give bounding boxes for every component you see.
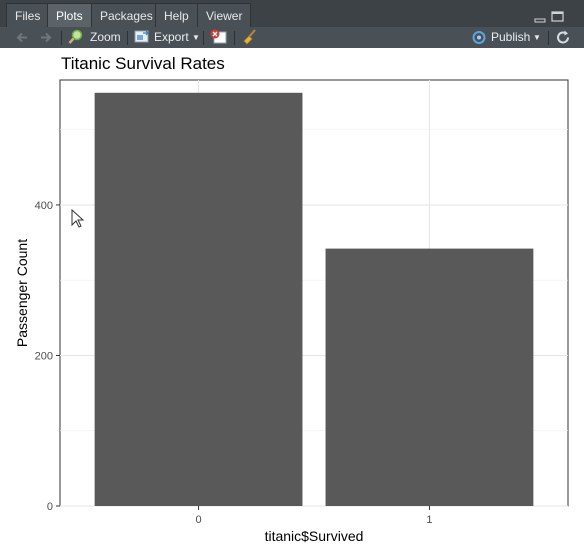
chart-title: Titanic Survival Rates <box>61 54 225 73</box>
tab-viewer[interactable]: Viewer <box>197 3 252 27</box>
toolbar-divider <box>548 31 549 45</box>
tab-plots-label: Plots <box>56 9 83 23</box>
x-tick-label: 0 <box>195 514 201 526</box>
bar-chart: Titanic Survival Rates 0200400 01 Passen… <box>14 54 569 544</box>
publish-button[interactable]: Publish ▼ <box>471 27 541 48</box>
toolbar-divider <box>234 31 235 45</box>
plots-toolbar: Zoom Export ▼ Publish ▼ <box>0 27 584 49</box>
y-tick-label: 400 <box>35 200 53 212</box>
mouse-cursor-icon <box>71 209 85 228</box>
forward-arrow-icon[interactable] <box>38 27 54 48</box>
toolbar-divider <box>127 31 128 45</box>
pane-tab-bar: Files Plots Packages Help Viewer <box>0 0 584 28</box>
broom-icon <box>243 29 256 45</box>
y-tick-label: 0 <box>47 501 53 513</box>
x-tick-label: 1 <box>426 514 432 526</box>
tab-packages[interactable]: Packages <box>91 3 162 27</box>
tab-plots[interactable]: Plots <box>47 3 92 27</box>
zoom-label: Zoom <box>90 30 121 44</box>
remove-plot-button[interactable] <box>209 27 227 48</box>
y-axis-label: Passenger Count <box>14 239 30 347</box>
plot-viewer: Titanic Survival Rates 0 200 400 01 Passen… <box>0 48 584 544</box>
export-label: Export <box>154 30 189 44</box>
bar-1 <box>325 248 534 507</box>
toolbar-divider <box>203 31 204 45</box>
publish-icon <box>472 31 486 44</box>
refresh-icon <box>557 30 569 44</box>
refresh-button[interactable] <box>555 27 571 48</box>
x-axis-ticks: 01 <box>195 506 433 526</box>
publish-label: Publish <box>491 30 531 44</box>
y-tick-label: 200 <box>35 350 53 362</box>
x-axis-label: titanic$Survived <box>265 528 364 543</box>
chevron-down-icon: ▼ <box>192 33 200 42</box>
tab-files-label: Files <box>15 9 41 23</box>
chevron-down-icon: ▼ <box>533 33 541 42</box>
back-arrow-icon[interactable] <box>14 27 30 48</box>
magnifier-icon <box>68 29 83 44</box>
maximize-pane-icon[interactable] <box>551 10 564 22</box>
clear-all-plots-button[interactable] <box>241 27 259 48</box>
tab-help[interactable]: Help <box>155 3 198 27</box>
remove-plot-icon <box>210 29 227 44</box>
export-icon <box>134 30 149 43</box>
tab-help-label: Help <box>164 9 189 23</box>
bar-0 <box>94 92 303 507</box>
zoom-button[interactable]: Zoom <box>68 27 121 48</box>
minimize-pane-icon[interactable] <box>534 10 546 23</box>
toolbar-divider <box>61 31 62 45</box>
tab-files[interactable]: Files <box>6 3 50 27</box>
tab-viewer-label: Viewer <box>206 9 243 23</box>
tab-packages-label: Packages <box>100 9 153 23</box>
export-button[interactable]: Export ▼ <box>134 27 200 48</box>
y-axis-ticks: 0 200 400 <box>35 200 60 513</box>
